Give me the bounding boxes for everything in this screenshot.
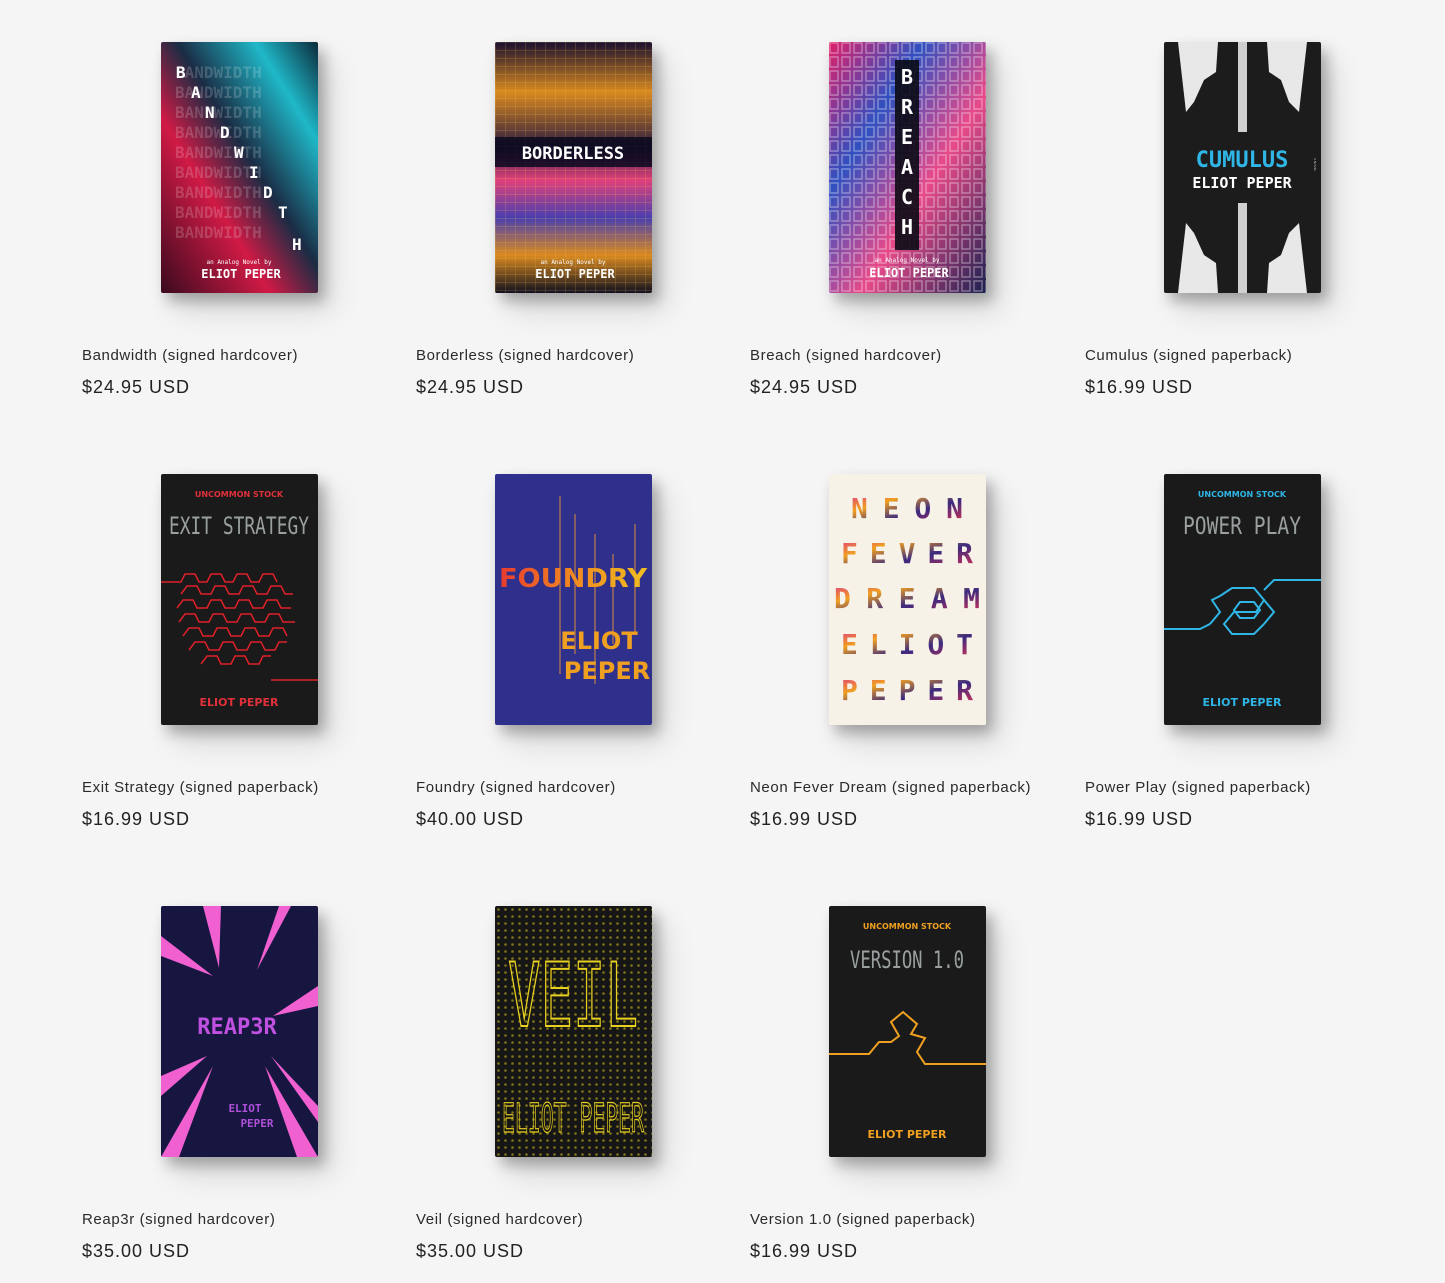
product-price: $16.99 USD [1085, 377, 1194, 397]
svg-text:BANDWIDTH: BANDWIDTH [175, 143, 262, 162]
cover-title-reap3r: REAP3R [197, 1015, 277, 1040]
svg-text:B: B [176, 63, 186, 82]
svg-text:C: C [901, 185, 913, 209]
svg-text:ELIOT PEPER: ELIOT PEPER [1203, 696, 1282, 709]
product-title[interactable]: Version 1.0 (signed paperback) [750, 1211, 976, 1228]
book-cover-power-play[interactable]: UNCOMMON STOCK POWER PLAY ELIOT PEPER [1164, 474, 1321, 725]
product-price: $16.99 USD [750, 809, 859, 829]
svg-text:W: W [234, 143, 244, 162]
product-title[interactable]: Breach (signed hardcover) [750, 347, 942, 364]
svg-text:BANDWIDTH: BANDWIDTH [175, 123, 262, 142]
svg-text:E: E [901, 125, 913, 149]
svg-text:BANDWIDTH: BANDWIDTH [175, 203, 262, 222]
book-cover-borderless[interactable]: BORDERLESS an Analog Novel by ELIOT PEPE… [495, 42, 652, 293]
svg-text:N: N [205, 103, 215, 122]
svg-text:B: B [901, 65, 913, 89]
svg-text:D: D [263, 183, 273, 202]
product-title[interactable]: Foundry (signed hardcover) [416, 779, 616, 796]
product-title[interactable]: Reap3r (signed hardcover) [82, 1211, 275, 1228]
svg-text:UNCOMMON STOCK: UNCOMMON STOCK [1198, 490, 1287, 499]
svg-text:ELIOT: ELIOT [560, 627, 638, 655]
cover-title-foundry: FOUNDRY [499, 564, 648, 594]
svg-text:an Analog Novel by: an Analog Novel by [206, 259, 271, 266]
cover-title-exit-strategy: EXIT STRATEGY [169, 512, 309, 540]
product-price: $24.95 USD [416, 377, 525, 397]
product-title[interactable]: Bandwidth (signed hardcover) [82, 347, 298, 364]
svg-text:BANDWIDTH: BANDWIDTH [175, 83, 262, 102]
cover-title-version-1-0: VERSION 1.0 [850, 946, 964, 974]
cover-title-borderless: BORDERLESS [522, 144, 624, 164]
book-cover-exit-strategy[interactable]: UNCOMMON STOCK EXIT STRATEGY ELIOT PEPER [161, 474, 318, 725]
svg-text:ELIOT PEPER: ELIOT PEPER [201, 267, 281, 281]
svg-text:ELIOT: ELIOT [228, 1102, 261, 1115]
svg-text:PEPER: PEPER [564, 657, 650, 685]
svg-text:BANDWIDTH: BANDWIDTH [175, 63, 262, 82]
cover-title-veil: VEIL [508, 944, 638, 1047]
svg-text:an Analog Novel by: an Analog Novel by [540, 259, 605, 266]
product-price: $35.00 USD [416, 1241, 525, 1261]
product-price: $16.99 USD [1085, 809, 1194, 829]
book-cover-reap3r[interactable]: REAP3R ELIOT PEPER [161, 906, 318, 1157]
svg-text:R: R [901, 95, 914, 119]
product-price: $24.95 USD [82, 377, 191, 397]
product-price: $40.00 USD [416, 809, 525, 829]
cover-title-power-play: POWER PLAY [1183, 512, 1301, 540]
product-price: $35.00 USD [82, 1241, 191, 1261]
svg-text:T: T [278, 203, 288, 222]
svg-text:ELIOT PEPER: ELIOT PEPER [1192, 174, 1292, 192]
svg-text:UNCOMMON STOCK: UNCOMMON STOCK [863, 922, 952, 931]
book-cover-foundry[interactable]: FOUNDRY ELIOT PEPER [495, 474, 652, 725]
product-title[interactable]: Power Play (signed paperback) [1085, 779, 1311, 796]
book-cover-version-1-0[interactable]: UNCOMMON STOCK VERSION 1.0 ELIOT PEPER [829, 906, 986, 1157]
svg-text:ELIOT PEPER: ELIOT PEPER [535, 267, 615, 281]
svg-text:A: A [191, 83, 201, 102]
svg-text:UNCOMMON STOCK: UNCOMMON STOCK [195, 490, 284, 499]
product-price: $24.95 USD [750, 377, 859, 397]
svg-text:BANDWIDTH: BANDWIDTH [175, 183, 262, 202]
svg-text:ELIOT PEPER: ELIOT PEPER [502, 1096, 644, 1142]
svg-text:BANDWIDTH: BANDWIDTH [175, 103, 262, 122]
product-title[interactable]: Borderless (signed hardcover) [416, 347, 634, 364]
svg-text:PEPER: PEPER [240, 1117, 273, 1130]
svg-text:H: H [901, 215, 913, 239]
book-cover-veil[interactable]: VEIL ELIOT PEPER [495, 906, 652, 1157]
svg-text:A NOVEL: A NOVEL [1313, 158, 1317, 172]
product-title[interactable]: Veil (signed hardcover) [416, 1211, 583, 1228]
product-title[interactable]: Neon Fever Dream (signed paperback) [750, 779, 1031, 796]
book-cover-cumulus[interactable]: CUMULUS ELIOT PEPER A NOVEL [1164, 42, 1321, 293]
product-price: $16.99 USD [750, 1241, 859, 1261]
cover-title-cumulus: CUMULUS [1196, 148, 1289, 173]
product-title[interactable]: Exit Strategy (signed paperback) [82, 779, 319, 796]
svg-text:an Analog Novel by: an Analog Novel by [874, 257, 939, 264]
svg-text:D: D [220, 123, 230, 142]
svg-text:ELIOT PEPER: ELIOT PEPER [200, 696, 279, 709]
product-title[interactable]: Cumulus (signed paperback) [1085, 347, 1292, 364]
product-price: $16.99 USD [82, 809, 191, 829]
svg-text:ELIOT PEPER: ELIOT PEPER [869, 266, 949, 280]
svg-text:ELIOT PEPER: ELIOT PEPER [868, 1128, 947, 1141]
book-cover-breach[interactable]: B R E A C H an Analog Novel by ELIOT PEP… [829, 42, 986, 293]
book-cover-neon-fever-dream[interactable]: NEON FEVER DREAM ELIOT PEPER [829, 474, 986, 725]
svg-text:A: A [901, 155, 913, 179]
svg-text:H: H [292, 235, 302, 254]
svg-text:BANDWIDTH: BANDWIDTH [175, 223, 262, 242]
svg-text:I: I [249, 163, 259, 182]
book-cover-bandwidth[interactable]: BANDWIDTH BANDWIDTH BANDWIDTH BANDWIDTH BAN… [161, 42, 318, 293]
